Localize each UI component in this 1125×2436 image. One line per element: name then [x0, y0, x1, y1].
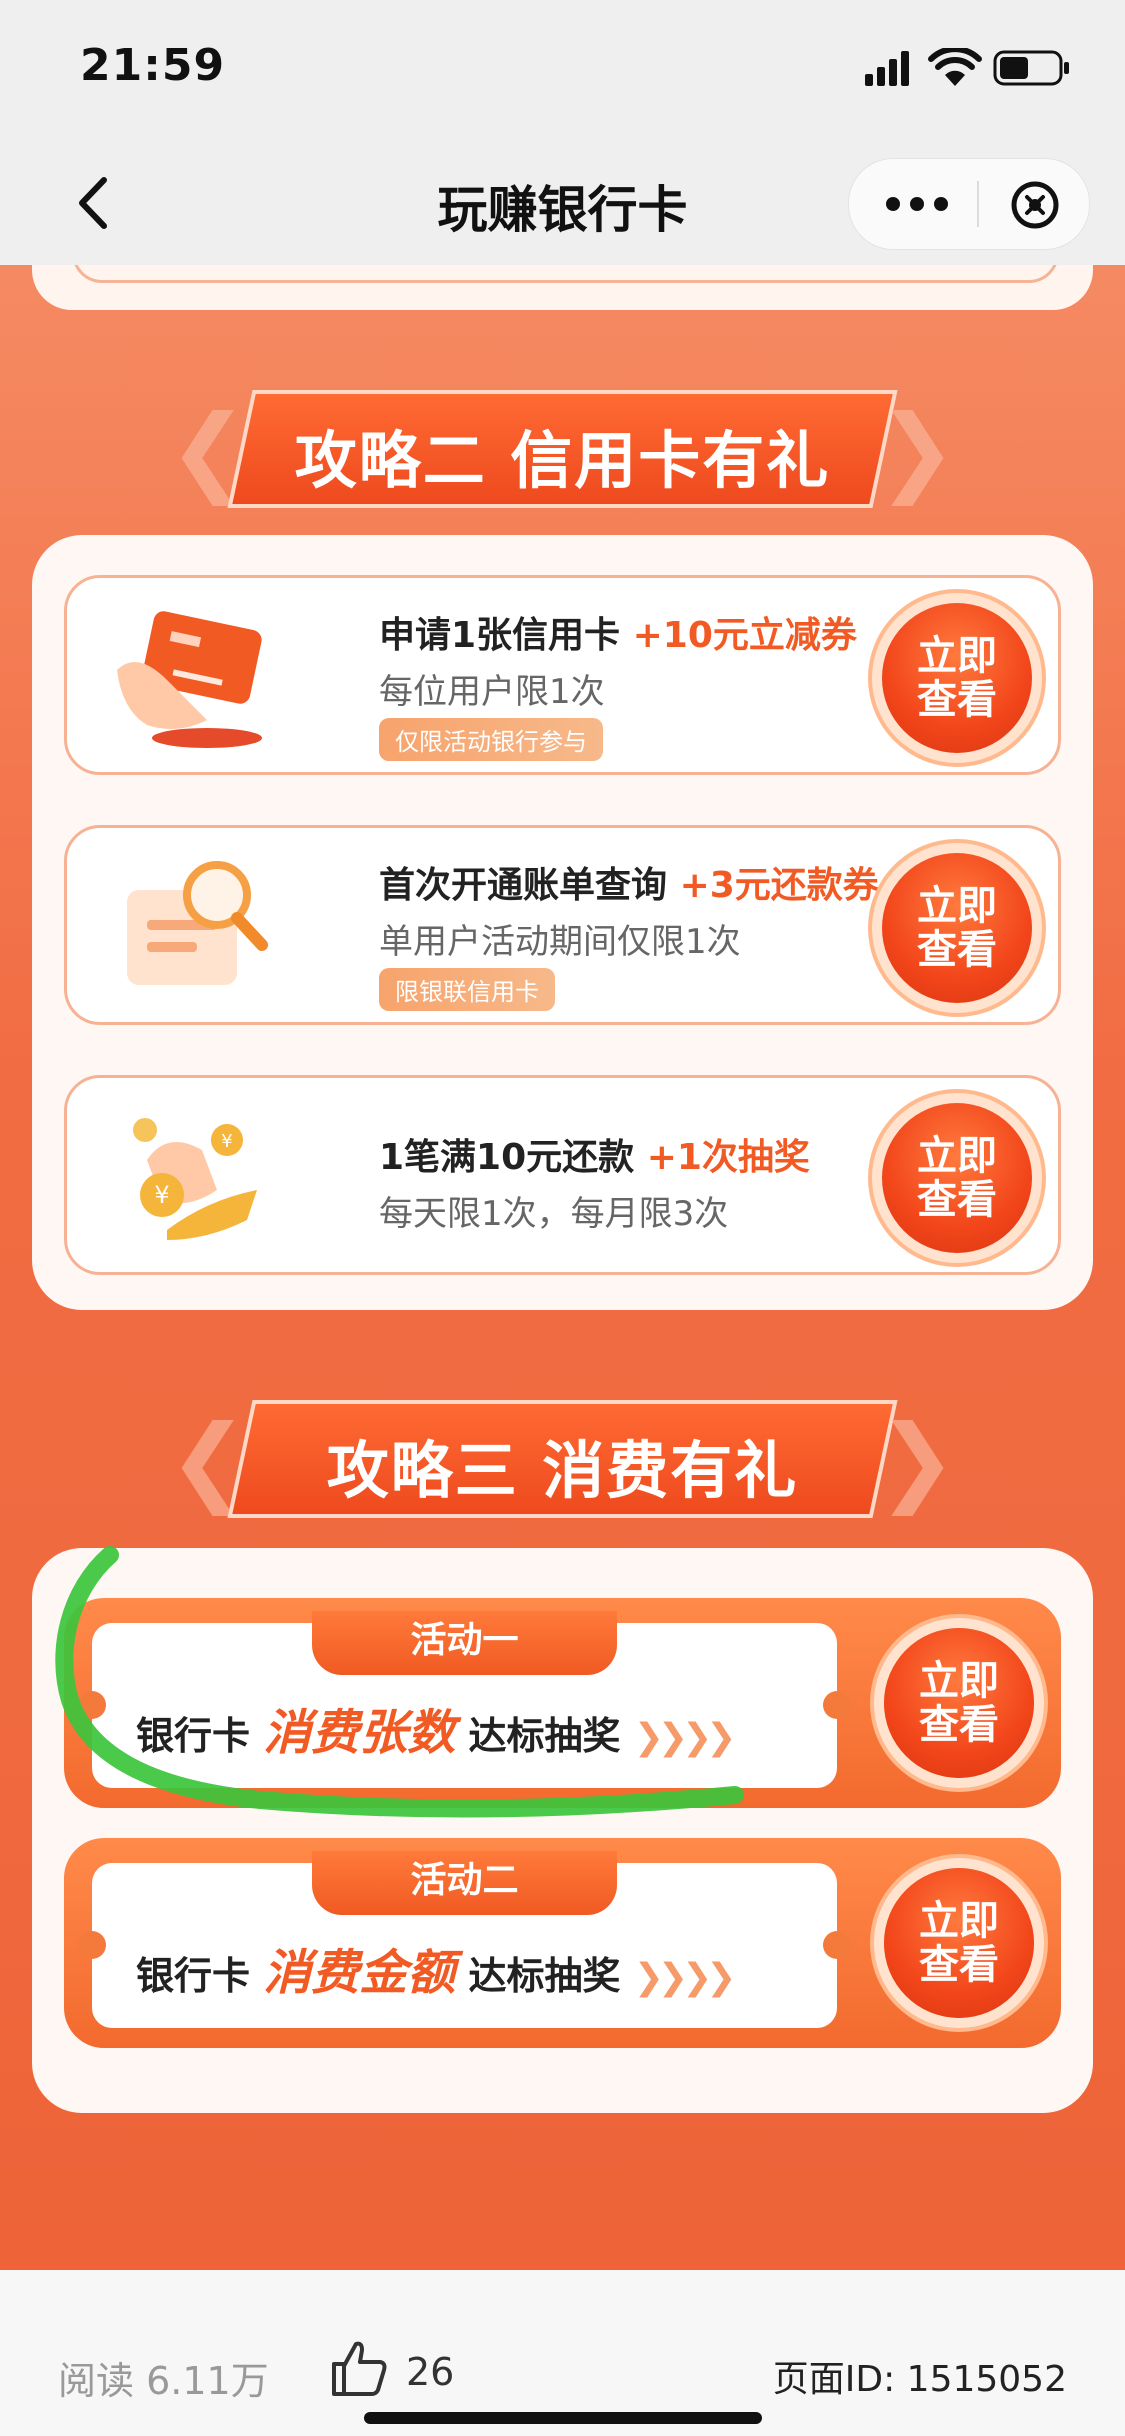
- card-subtitle: 每位用户限1次: [379, 672, 605, 712]
- read-count: 阅读 6.11万: [58, 2359, 269, 2403]
- view-now-button[interactable]: 立即 查看: [884, 1868, 1034, 2018]
- like-count: 26: [406, 2350, 455, 2394]
- chevron-right-decor: ❯: [876, 1404, 957, 1516]
- close-icon[interactable]: [1009, 179, 1061, 231]
- section2-title: 攻略二 信用卡有礼: [294, 424, 831, 497]
- status-bar: 21:59: [0, 0, 1125, 140]
- activity-text: 银行卡 消费张数 达标抽奖 ❯❯❯❯: [136, 1705, 737, 1761]
- ticket-notch: [823, 1691, 851, 1719]
- previous-section-panel: [32, 265, 1093, 310]
- credit-card-hand-icon: [117, 611, 262, 748]
- home-indicator[interactable]: [364, 2412, 762, 2424]
- activity-label: 活动一: [312, 1611, 617, 1675]
- svg-text:¥: ¥: [221, 1131, 232, 1152]
- view-now-button[interactable]: 立即 查看: [882, 603, 1032, 753]
- card-title: 1笔满10元还款 +1次抽奖: [379, 1137, 810, 1178]
- svg-text:¥: ¥: [154, 1181, 169, 1209]
- activity-inner: 活动二 银行卡 消费金额 达标抽奖 ❯❯❯❯: [78, 1851, 851, 2028]
- card-subtitle: 每天限1次，每月限3次: [379, 1194, 729, 1234]
- wifi-icon: [928, 48, 982, 86]
- nav-bar: 玩赚银行卡: [0, 140, 1125, 265]
- card-highlight: +3元还款券: [679, 865, 879, 906]
- section3-title: 攻略三 消费有礼: [326, 1434, 799, 1507]
- card-tag: 仅限活动银行参与: [379, 718, 603, 761]
- status-time: 21:59: [80, 40, 226, 91]
- previous-card-bottom: [72, 265, 1059, 283]
- arrows-icon: ❯❯❯❯: [633, 1957, 737, 1998]
- card-highlight: +1次抽奖: [646, 1137, 810, 1178]
- ticket-notch: [823, 1931, 851, 1959]
- signal-icon: [865, 51, 909, 86]
- card-subtitle: 单用户活动期间仅限1次: [379, 922, 741, 962]
- coins-hand-icon: ¥ ¥: [133, 1118, 257, 1240]
- view-now-button[interactable]: 立即 查看: [884, 1628, 1034, 1778]
- ticket-notch: [78, 1931, 106, 1959]
- thumbs-up-icon[interactable]: [328, 2336, 392, 2400]
- card-title: 首次开通账单查询 +3元还款券: [379, 865, 879, 906]
- section3-panel: 活动一 银行卡 消费张数 达标抽奖 ❯❯❯❯ 立即 查看 活动二 银行卡 消费金…: [32, 1548, 1093, 2113]
- bill-query-offer-card[interactable]: 首次开通账单查询 +3元还款券 单用户活动期间仅限1次 限银联信用卡 立即 查看: [64, 825, 1061, 1025]
- card-title: 申请1张信用卡 +10元立减券: [379, 615, 857, 656]
- battery-icon: [993, 50, 1069, 86]
- activity-label: 活动二: [312, 1851, 617, 1915]
- activity-emphasis: 消费张数: [263, 1705, 456, 1761]
- activity-card[interactable]: 活动一 银行卡 消费张数 达标抽奖 ❯❯❯❯ 立即 查看: [64, 1598, 1061, 1808]
- activity-card[interactable]: 活动二 银行卡 消费金额 达标抽奖 ❯❯❯❯ 立即 查看: [64, 1838, 1061, 2048]
- activity-text: 银行卡 消费金额 达标抽奖 ❯❯❯❯: [136, 1945, 737, 2001]
- page-id: 页面ID: 1515052: [772, 2359, 1067, 2400]
- section2-panel: 申请1张信用卡 +10元立减券 每位用户限1次 仅限活动银行参与 立即 查看 首…: [32, 535, 1093, 1310]
- section3-banner: ❮ 攻略三 消费有礼 ❯: [168, 1400, 957, 1525]
- main-content: ❮ 攻略二 信用卡有礼 ❯ 申请1张信用卡 +10元立减券 每位用户限1次 仅限…: [0, 265, 1125, 2270]
- activity-emphasis: 消费金额: [263, 1945, 456, 2001]
- status-icons: [865, 48, 1069, 86]
- view-now-button[interactable]: 立即 查看: [882, 853, 1032, 1003]
- more-icon[interactable]: [879, 181, 955, 227]
- section2-banner: ❮ 攻略二 信用卡有礼 ❯: [168, 390, 957, 515]
- mini-program-capsule: [848, 158, 1090, 250]
- card-highlight: +10元立减券: [632, 615, 857, 656]
- bottom-bar: 阅读 6.11万 26 页面ID: 1515052: [0, 2270, 1125, 2436]
- activity-inner: 活动一 银行卡 消费张数 达标抽奖 ❯❯❯❯: [78, 1611, 851, 1788]
- magnifier-bill-icon: [127, 861, 268, 985]
- repayment-offer-card[interactable]: ¥ ¥ 1笔满10元还款 +1次抽奖 每天限1次，每月限3次 立即 查看: [64, 1075, 1061, 1275]
- card-tag: 限银联信用卡: [379, 968, 555, 1011]
- credit-card-offer-card[interactable]: 申请1张信用卡 +10元立减券 每位用户限1次 仅限活动银行参与 立即 查看: [64, 575, 1061, 775]
- capsule-divider: [977, 181, 979, 227]
- chevron-right-decor: ❯: [876, 394, 957, 506]
- view-now-button[interactable]: 立即 查看: [882, 1103, 1032, 1253]
- ticket-notch: [78, 1691, 106, 1719]
- arrows-icon: ❯❯❯❯: [633, 1717, 737, 1758]
